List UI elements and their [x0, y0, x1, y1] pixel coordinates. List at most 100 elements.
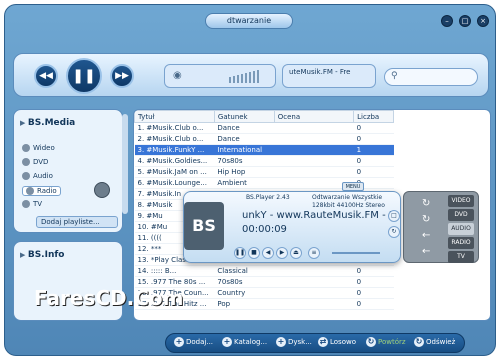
table-cell: [274, 265, 354, 277]
table-cell: [274, 155, 354, 167]
search-input[interactable]: ⚲: [384, 68, 478, 86]
pause-button[interactable]: ❚❚: [234, 247, 246, 259]
plus-icon: +: [276, 337, 286, 347]
table-cell: 70s80s: [214, 276, 275, 288]
nav-item-radio[interactable]: Radio: [22, 186, 61, 196]
table-row[interactable]: 2. #Musik.Club o... Dance 0: [134, 133, 394, 145]
add-disc-button[interactable]: + Dysk...: [276, 337, 312, 347]
table-cell: [274, 287, 354, 299]
volume-bar: [237, 75, 239, 83]
table-cell: [274, 144, 354, 156]
volume-slider[interactable]: [332, 252, 380, 254]
table-cell: Classical: [214, 265, 275, 277]
table-cell: 5. #Musik.JaM on ...: [134, 166, 215, 178]
next-button[interactable]: ▶: [276, 247, 288, 259]
table-cell: 0: [353, 287, 394, 299]
add-button[interactable]: + Dodaj...: [174, 337, 213, 347]
table-row[interactable]: 14. ::::: B... Classical 0: [134, 265, 394, 277]
maximize-button[interactable]: □: [459, 15, 471, 27]
panel-title: ▶ BS.Info: [20, 250, 65, 260]
table-cell: Country: [214, 287, 275, 299]
nav-item-audio[interactable]: Audio: [22, 172, 53, 180]
pause-button[interactable]: ❚❚: [66, 58, 102, 94]
sync-icon: ↻: [422, 214, 431, 225]
panel-scrollbar[interactable]: [122, 114, 128, 214]
volume-bar: [241, 74, 243, 83]
close-button[interactable]: ×: [477, 15, 489, 27]
radio-icon: [26, 187, 34, 195]
volume-bar: [249, 72, 251, 83]
add-playlist-button[interactable]: Dodaj playliste...: [36, 216, 118, 228]
table-cell: 0: [353, 166, 394, 178]
transport-bar: ◀◀ ❚❚ ▶▶ ◉ uteMusik.FM - Fre ⚲: [13, 53, 489, 97]
repeat-icon: ↻: [366, 337, 376, 347]
arrow-left-icon: ←: [422, 246, 431, 257]
table-cell: 6. #Musik.Lounge...: [134, 177, 215, 189]
column-header-title[interactable]: Tytuł: [134, 110, 215, 123]
table-cell: Dance: [214, 122, 275, 134]
refresh-icon: ↻: [414, 337, 424, 347]
expand-arrow-icon: ▶: [20, 251, 28, 259]
title-bar: dtwarzanie – □ ×: [5, 5, 495, 35]
mode-radio[interactable]: RADIO: [448, 237, 474, 249]
mode-audio[interactable]: AUDIO: [448, 223, 474, 235]
eject-button[interactable]: ⏏: [290, 247, 302, 259]
repeat-button[interactable]: ↻ Powtórz: [366, 337, 406, 347]
menu-button[interactable]: MENU: [342, 182, 364, 191]
loop-button[interactable]: ↻: [388, 226, 400, 238]
column-header-count[interactable]: Liczba: [353, 110, 394, 123]
rewind-button[interactable]: ◀◀: [34, 64, 58, 88]
table-cell: 2. #Musik.Club o...: [134, 133, 215, 145]
table-cell: 3. #Musik.FunkY ...: [134, 144, 215, 156]
volume-control[interactable]: ◉: [164, 64, 276, 88]
table-cell: 14. ::::: B...: [134, 265, 215, 277]
table-row[interactable]: 4. #Musik.Goldies... 70s80s 0: [134, 155, 394, 167]
dvd-icon: [22, 158, 30, 166]
playlist-button[interactable]: ≡: [308, 247, 320, 259]
video-icon: [22, 144, 30, 152]
refresh-button[interactable]: ↻ Odśwież: [414, 337, 455, 347]
fast-forward-button[interactable]: ▶▶: [110, 64, 134, 88]
minimize-button[interactable]: –: [441, 15, 453, 27]
nav-item-dvd[interactable]: DVD: [22, 158, 48, 166]
bottom-toolbar: + Dodaj... + Katalog... + Dysk... ⇄ Losowo ↻…: [165, 333, 465, 353]
elapsed-time: 00:00:09: [242, 224, 287, 235]
expand-arrow-icon: ▶: [20, 119, 28, 127]
table-cell: 0: [353, 265, 394, 277]
tv-icon: [22, 200, 30, 208]
volume-bar: [233, 76, 235, 83]
table-row[interactable]: 1. #Musik.Club o... Dance 0: [134, 122, 394, 134]
table-cell: Dance: [214, 133, 275, 145]
plus-icon: +: [174, 337, 184, 347]
audio-icon: [22, 172, 30, 180]
play-mode-label: Odtwarzanie: [312, 194, 350, 201]
scope-label: Wszystkie: [352, 194, 383, 201]
stream-title: uteMusik.FM - Fre: [282, 64, 376, 88]
table-row[interactable]: 5. #Musik.JaM on ... Hip Hop 0: [134, 166, 394, 178]
watermark-text: FaresCD.Com: [34, 286, 184, 310]
table-cell: Ambient: [214, 177, 275, 189]
table-cell: [274, 276, 354, 288]
mode-tv[interactable]: TV: [448, 251, 474, 263]
table-cell: 0: [353, 298, 394, 310]
mode-dvd[interactable]: DVD: [448, 209, 474, 221]
column-header-rating[interactable]: Ocena: [273, 110, 355, 123]
table-cell: [274, 298, 354, 310]
nav-item-tv[interactable]: TV: [22, 200, 42, 208]
table-cell: [274, 122, 354, 134]
mode-video[interactable]: VIDEO: [448, 195, 474, 207]
column-header-genre[interactable]: Gatunek: [213, 110, 275, 123]
table-cell: 0: [353, 133, 394, 145]
stop-button[interactable]: ■: [248, 247, 260, 259]
table-cell: 70s80s: [214, 155, 275, 167]
fullscreen-button[interactable]: □: [388, 210, 400, 222]
table-row[interactable]: 3. #Musik.FunkY ... International 1: [134, 144, 394, 156]
shuffle-button[interactable]: ⇄ Losowo: [318, 337, 356, 347]
table-cell: [274, 166, 354, 178]
add-folder-button[interactable]: + Katalog...: [222, 337, 267, 347]
nav-item-video[interactable]: Wideo: [22, 144, 55, 152]
prev-button[interactable]: ◀: [262, 247, 274, 259]
table-cell: 1: [353, 144, 394, 156]
table-cell: 1. #Musik.Club o...: [134, 122, 215, 134]
radio-device-icon: [94, 182, 110, 198]
